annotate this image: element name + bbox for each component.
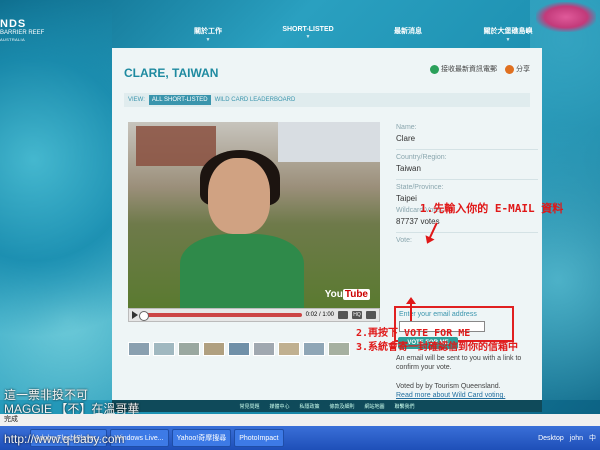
share-icon — [505, 64, 514, 74]
logo-subtext: BARRIER REEF — [0, 30, 45, 36]
name-value: Clare — [396, 134, 416, 143]
read-more-link[interactable]: Read more about Wild Card voting. — [396, 392, 505, 399]
hq-button[interactable]: HQ — [352, 311, 362, 319]
play-icon[interactable] — [132, 311, 138, 319]
nav-item-about-job[interactable]: 關於工作 ▼ — [158, 18, 258, 48]
contestant-info: Name: Clare Country/Region: Taiwan State… — [396, 120, 538, 244]
footer-link[interactable]: 條款及細則 — [330, 403, 355, 410]
view-filter-bar: VIEW: ALL SHORT-LISTED WILD CARD LEADERB… — [124, 93, 530, 107]
chevron-down-icon: ▼ — [205, 37, 211, 43]
ime-indicator[interactable]: 中 — [589, 433, 596, 443]
vote-note: An email will be sent to you with a link… — [396, 355, 522, 399]
footer-link[interactable]: 媒體中心 — [269, 403, 289, 410]
country-value: Taiwan — [396, 164, 421, 173]
status-text: 完成 — [4, 416, 18, 423]
reef-background-left — [0, 0, 112, 400]
nav-item-about-reef[interactable]: 關於大堡礁島嶼 ▼ — [458, 18, 558, 48]
chevron-down-icon: ▼ — [305, 34, 311, 40]
annotation-arrow-icon — [406, 297, 416, 321]
footer-link[interactable]: 常見問題 — [239, 403, 259, 410]
main-nav: 關於工作 ▼ SHORT-LISTED ▼ 最新消息 關於大堡礁島嶼 ▼ — [158, 18, 558, 48]
video-frame — [128, 122, 380, 308]
time-display: 0:02 / 1:00 — [305, 312, 334, 318]
subscribe-link[interactable]: 接收最新資訊電郵 — [430, 64, 497, 74]
thumbnail[interactable] — [253, 342, 275, 356]
annotation-step-3: 3.系統會寄一封確認信到你的信箱中 — [356, 342, 519, 353]
thumbnail-strip — [128, 342, 350, 356]
vote-label: Vote: — [396, 237, 412, 244]
youtube-logo: You Tube — [324, 289, 370, 300]
footer-link[interactable]: 網站地圖 — [365, 403, 385, 410]
votes-value: 87737 votes — [396, 217, 440, 226]
overlay-url: http://www.q-baby.com — [4, 432, 125, 446]
site-footer: 常見問題 媒體中心 私隱政策 條款及細則 網站地圖 聯繫我們 — [112, 400, 542, 412]
thumbnail[interactable] — [328, 342, 350, 356]
video-player[interactable]: You Tube — [128, 122, 380, 308]
thumbnail[interactable] — [278, 342, 300, 356]
tab-all-short-listed[interactable]: ALL SHORT-LISTED — [148, 95, 211, 105]
thumbnail[interactable] — [228, 342, 250, 356]
nav-item-news[interactable]: 最新消息 — [358, 18, 458, 48]
fullscreen-icon[interactable] — [366, 311, 376, 319]
view-label: VIEW: — [128, 97, 145, 103]
share-link[interactable]: 分享 — [505, 64, 530, 74]
video-controls: 0:02 / 1:00 HQ — [128, 308, 380, 322]
footer-link[interactable]: 聯繫我們 — [395, 403, 415, 410]
footer-link[interactable]: 私隱政策 — [299, 403, 319, 410]
volume-icon[interactable] — [338, 311, 348, 319]
thumbnail[interactable] — [203, 342, 225, 356]
chevron-down-icon: ▼ — [505, 37, 511, 43]
site-logo[interactable]: NDS BARRIER REEF AUSTRALIA — [0, 18, 70, 42]
email-prompt: Enter your email address — [399, 311, 477, 318]
user-toolbar[interactable]: john — [570, 435, 583, 442]
thumbnail[interactable] — [303, 342, 325, 356]
annotation-step-2: 2.再按下 VOTE FOR ME — [356, 328, 471, 339]
taskbar-item[interactable]: PhotoImpact — [234, 429, 284, 447]
country-label: Country/Region: — [396, 154, 447, 161]
header-actions: 接收最新資訊電郵 分享 — [430, 64, 530, 74]
logo-text: NDS — [0, 18, 27, 30]
annotation-step-1: 1.先輸入你的 E-MAIL 資料 — [420, 202, 564, 215]
logo-country: AUSTRALIA — [0, 37, 25, 42]
desktop-toolbar[interactable]: Desktop — [538, 435, 564, 442]
nav-item-short-listed[interactable]: SHORT-LISTED ▼ — [258, 18, 358, 48]
seek-bar[interactable] — [139, 311, 302, 321]
name-label: Name: — [396, 124, 417, 131]
email-icon — [430, 64, 439, 74]
thumbnail[interactable] — [153, 342, 175, 356]
page-title: CLARE, TAIWAN — [124, 66, 219, 80]
thumbnail[interactable] — [178, 342, 200, 356]
thumbnail[interactable] — [128, 342, 150, 356]
system-tray: Desktop john 中 — [538, 433, 600, 443]
state-label: State/Province: — [396, 184, 444, 191]
taskbar-item[interactable]: Yahoo!奇摩搜尋 — [171, 429, 232, 447]
browser-status-bar: 完成 — [0, 414, 600, 426]
tab-wildcard-leaderboard[interactable]: WILD CARD LEADERBOARD — [215, 97, 296, 103]
top-navigation: NDS BARRIER REEF AUSTRALIA 關於工作 ▼ SHORT-L… — [0, 0, 600, 48]
